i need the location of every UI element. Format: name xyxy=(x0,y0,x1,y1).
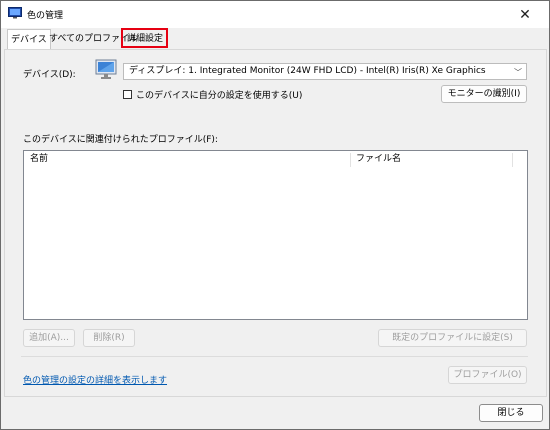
profiles-list-header: 名前 ファイル名 xyxy=(24,151,527,167)
device-label: デバイス(D): xyxy=(23,70,76,80)
profiles-list[interactable]: 名前 ファイル名 xyxy=(23,150,528,320)
title-bar: 色の管理 ✕ xyxy=(1,1,549,28)
column-header-name[interactable]: 名前 xyxy=(26,151,48,167)
add-profile-button[interactable]: 追加(A)... xyxy=(23,329,75,347)
device-select[interactable]: ディスプレイ: 1. Integrated Monitor (24W FHD L… xyxy=(123,63,527,80)
profiles-button[interactable]: プロファイル(O) xyxy=(448,366,527,384)
chevron-down-icon: ﹀ xyxy=(514,68,522,77)
divider xyxy=(21,356,528,357)
tab-advanced-highlight-box xyxy=(121,28,168,48)
column-header-filename[interactable]: ファイル名 xyxy=(352,151,401,167)
window-title: 色の管理 xyxy=(27,11,64,21)
close-icon[interactable]: ✕ xyxy=(505,1,545,28)
profiles-section-label: このデバイスに関連付けられたプロファイル(F): xyxy=(23,135,218,145)
tab-devices[interactable]: デバイス xyxy=(7,29,51,50)
use-my-settings-checkbox[interactable] xyxy=(123,90,132,99)
device-select-value: ディスプレイ: 1. Integrated Monitor (24W FHD L… xyxy=(129,66,486,76)
remove-profile-button[interactable]: 削除(R) xyxy=(83,329,135,347)
close-button[interactable]: 閉じる xyxy=(479,404,543,422)
monitor-icon xyxy=(95,59,117,79)
color-management-app-icon xyxy=(8,7,22,19)
set-default-profile-button[interactable]: 既定のプロファイルに設定(S) xyxy=(378,329,527,347)
details-link[interactable]: 色の管理の設定の詳細を表示します xyxy=(23,373,167,386)
use-my-settings-label: このデバイスに自分の設定を使用する(U) xyxy=(136,91,303,101)
column-divider[interactable] xyxy=(512,153,513,167)
identify-monitor-button[interactable]: モニターの識別(I) xyxy=(441,85,527,103)
tab-bar: デバイス すべてのプロファイル 詳細設定 xyxy=(1,28,549,50)
column-divider[interactable] xyxy=(350,153,351,167)
color-management-window: 色の管理 ✕ デバイス すべてのプロファイル 詳細設定 デバイス(D): ディス… xyxy=(0,0,550,430)
